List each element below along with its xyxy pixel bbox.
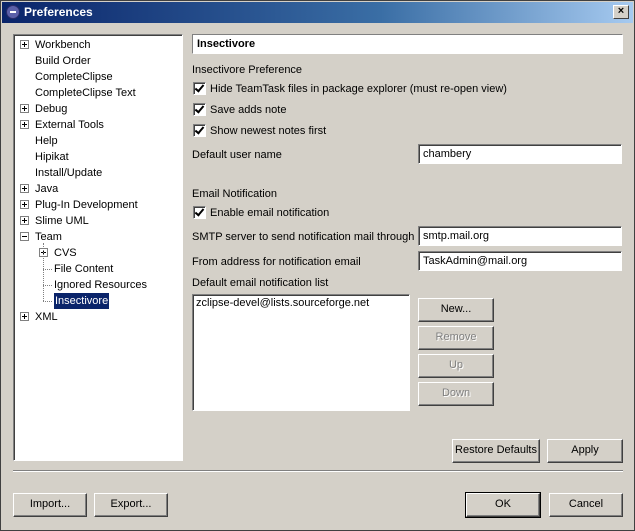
tree-item[interactable]: Debug	[14, 101, 180, 117]
preferences-window: Preferences × Workbench Build Order Comple…	[0, 0, 635, 531]
default-user-label: Default user name	[192, 149, 282, 161]
down-button[interactable]: Down	[418, 382, 494, 406]
smtp-field[interactable]: smtp.mail.org	[418, 226, 622, 246]
from-address-field[interactable]: TaskAdmin@mail.org	[418, 251, 622, 271]
tree-item-label: XML	[35, 311, 58, 323]
close-button[interactable]: ×	[613, 5, 629, 19]
tree-connector	[43, 269, 52, 270]
apply-button[interactable]: Apply	[547, 439, 623, 463]
collapse-icon[interactable]	[20, 232, 29, 241]
tree-item-label: Ignored Resources	[54, 279, 147, 291]
tree-item-label: Insectivore	[54, 293, 110, 309]
tree-connector	[43, 301, 52, 302]
list-item[interactable]: zclipse-devel@lists.sourceforge.net	[196, 297, 406, 309]
expand-icon[interactable]	[20, 120, 29, 129]
tree-item[interactable]: Java	[14, 181, 180, 197]
tree-item[interactable]: Team	[14, 229, 180, 245]
footer-separator	[13, 470, 623, 472]
tree-item-label: Debug	[35, 103, 68, 115]
expand-icon[interactable]	[20, 312, 29, 321]
tree-item-label: Slime UML	[35, 215, 89, 227]
expand-icon[interactable]	[20, 200, 29, 209]
window-title: Preferences	[24, 5, 93, 19]
page-title: Insectivore	[192, 34, 623, 54]
tree-item-label: CompleteClipse	[35, 71, 113, 83]
tree-item[interactable]: CVS	[14, 245, 180, 261]
tree-item[interactable]: Hipikat	[14, 149, 180, 165]
tree-item[interactable]: Slime UML	[14, 213, 180, 229]
new-button[interactable]: New...	[418, 298, 494, 322]
notification-list-label: Default email notification list	[192, 277, 329, 289]
tree-connector	[43, 243, 44, 301]
tree-item-label: Hipikat	[35, 151, 69, 163]
tree-item-label: Workbench	[35, 39, 91, 51]
expand-icon[interactable]	[20, 40, 29, 49]
cancel-button[interactable]: Cancel	[549, 493, 623, 517]
expand-icon[interactable]	[20, 104, 29, 113]
show-newest-label: Show newest notes first	[210, 125, 327, 137]
restore-defaults-button[interactable]: Restore Defaults	[452, 439, 540, 463]
tree-item-label: Plug-In Development	[35, 199, 138, 211]
tree-item[interactable]: Install/Update	[14, 165, 180, 181]
import-button[interactable]: Import...	[13, 493, 87, 517]
preferences-tree[interactable]: Workbench Build Order CompleteClipse Comple…	[13, 34, 183, 461]
section-insectivore-preference: Insectivore Preference	[192, 64, 303, 76]
enable-email-checkbox[interactable]	[193, 206, 206, 219]
eclipse-icon	[6, 5, 20, 19]
tree-item-label: Team	[35, 231, 62, 243]
up-button[interactable]: Up	[418, 354, 494, 378]
tree-item[interactable]: External Tools	[14, 117, 180, 133]
from-address-label: From address for notification email	[192, 256, 361, 268]
hide-teamtask-checkbox[interactable]	[193, 82, 206, 95]
tree-item[interactable]: Workbench	[14, 37, 180, 53]
tree-item[interactable]: CompleteClipse	[14, 69, 180, 85]
tree-item-label: CompleteClipse Text	[35, 87, 136, 99]
tree-item[interactable]: Ignored Resources	[14, 277, 180, 293]
tree-item[interactable]: XML	[14, 309, 180, 325]
tree-connector	[43, 285, 52, 286]
tree-item[interactable]: File Content	[14, 261, 180, 277]
save-adds-note-label: Save adds note	[210, 104, 287, 116]
expand-icon[interactable]	[20, 216, 29, 225]
tree-item[interactable]: Insectivore	[14, 293, 180, 309]
tree-item-label: CVS	[54, 247, 77, 259]
tree-item-label: Install/Update	[35, 167, 103, 179]
section-email-notification: Email Notification	[192, 188, 277, 200]
save-adds-note-checkbox[interactable]	[193, 103, 206, 116]
default-user-field[interactable]: chambery	[418, 144, 622, 164]
tree-item[interactable]: Help	[14, 133, 180, 149]
expand-icon[interactable]	[20, 184, 29, 193]
tree-item-label: File Content	[54, 263, 114, 275]
tree-item-label: Java	[35, 183, 59, 195]
tree-item-label: External Tools	[35, 119, 104, 131]
title-bar[interactable]: Preferences ×	[2, 2, 633, 23]
show-newest-checkbox[interactable]	[193, 124, 206, 137]
tree-item[interactable]: Plug-In Development	[14, 197, 180, 213]
tree-item-label: Build Order	[35, 55, 91, 67]
smtp-label: SMTP server to send notification mail th…	[192, 231, 415, 243]
tree-item[interactable]: CompleteClipse Text	[14, 85, 180, 101]
notification-list[interactable]: zclipse-devel@lists.sourceforge.net	[192, 294, 410, 411]
remove-button[interactable]: Remove	[418, 326, 494, 350]
tree-item[interactable]: Build Order	[14, 53, 180, 69]
tree-item-label: Help	[35, 135, 58, 147]
enable-email-label: Enable email notification	[210, 207, 330, 219]
hide-teamtask-label: Hide TeamTask files in package explorer …	[210, 83, 507, 95]
export-button[interactable]: Export...	[94, 493, 168, 517]
ok-button[interactable]: OK	[465, 492, 541, 518]
